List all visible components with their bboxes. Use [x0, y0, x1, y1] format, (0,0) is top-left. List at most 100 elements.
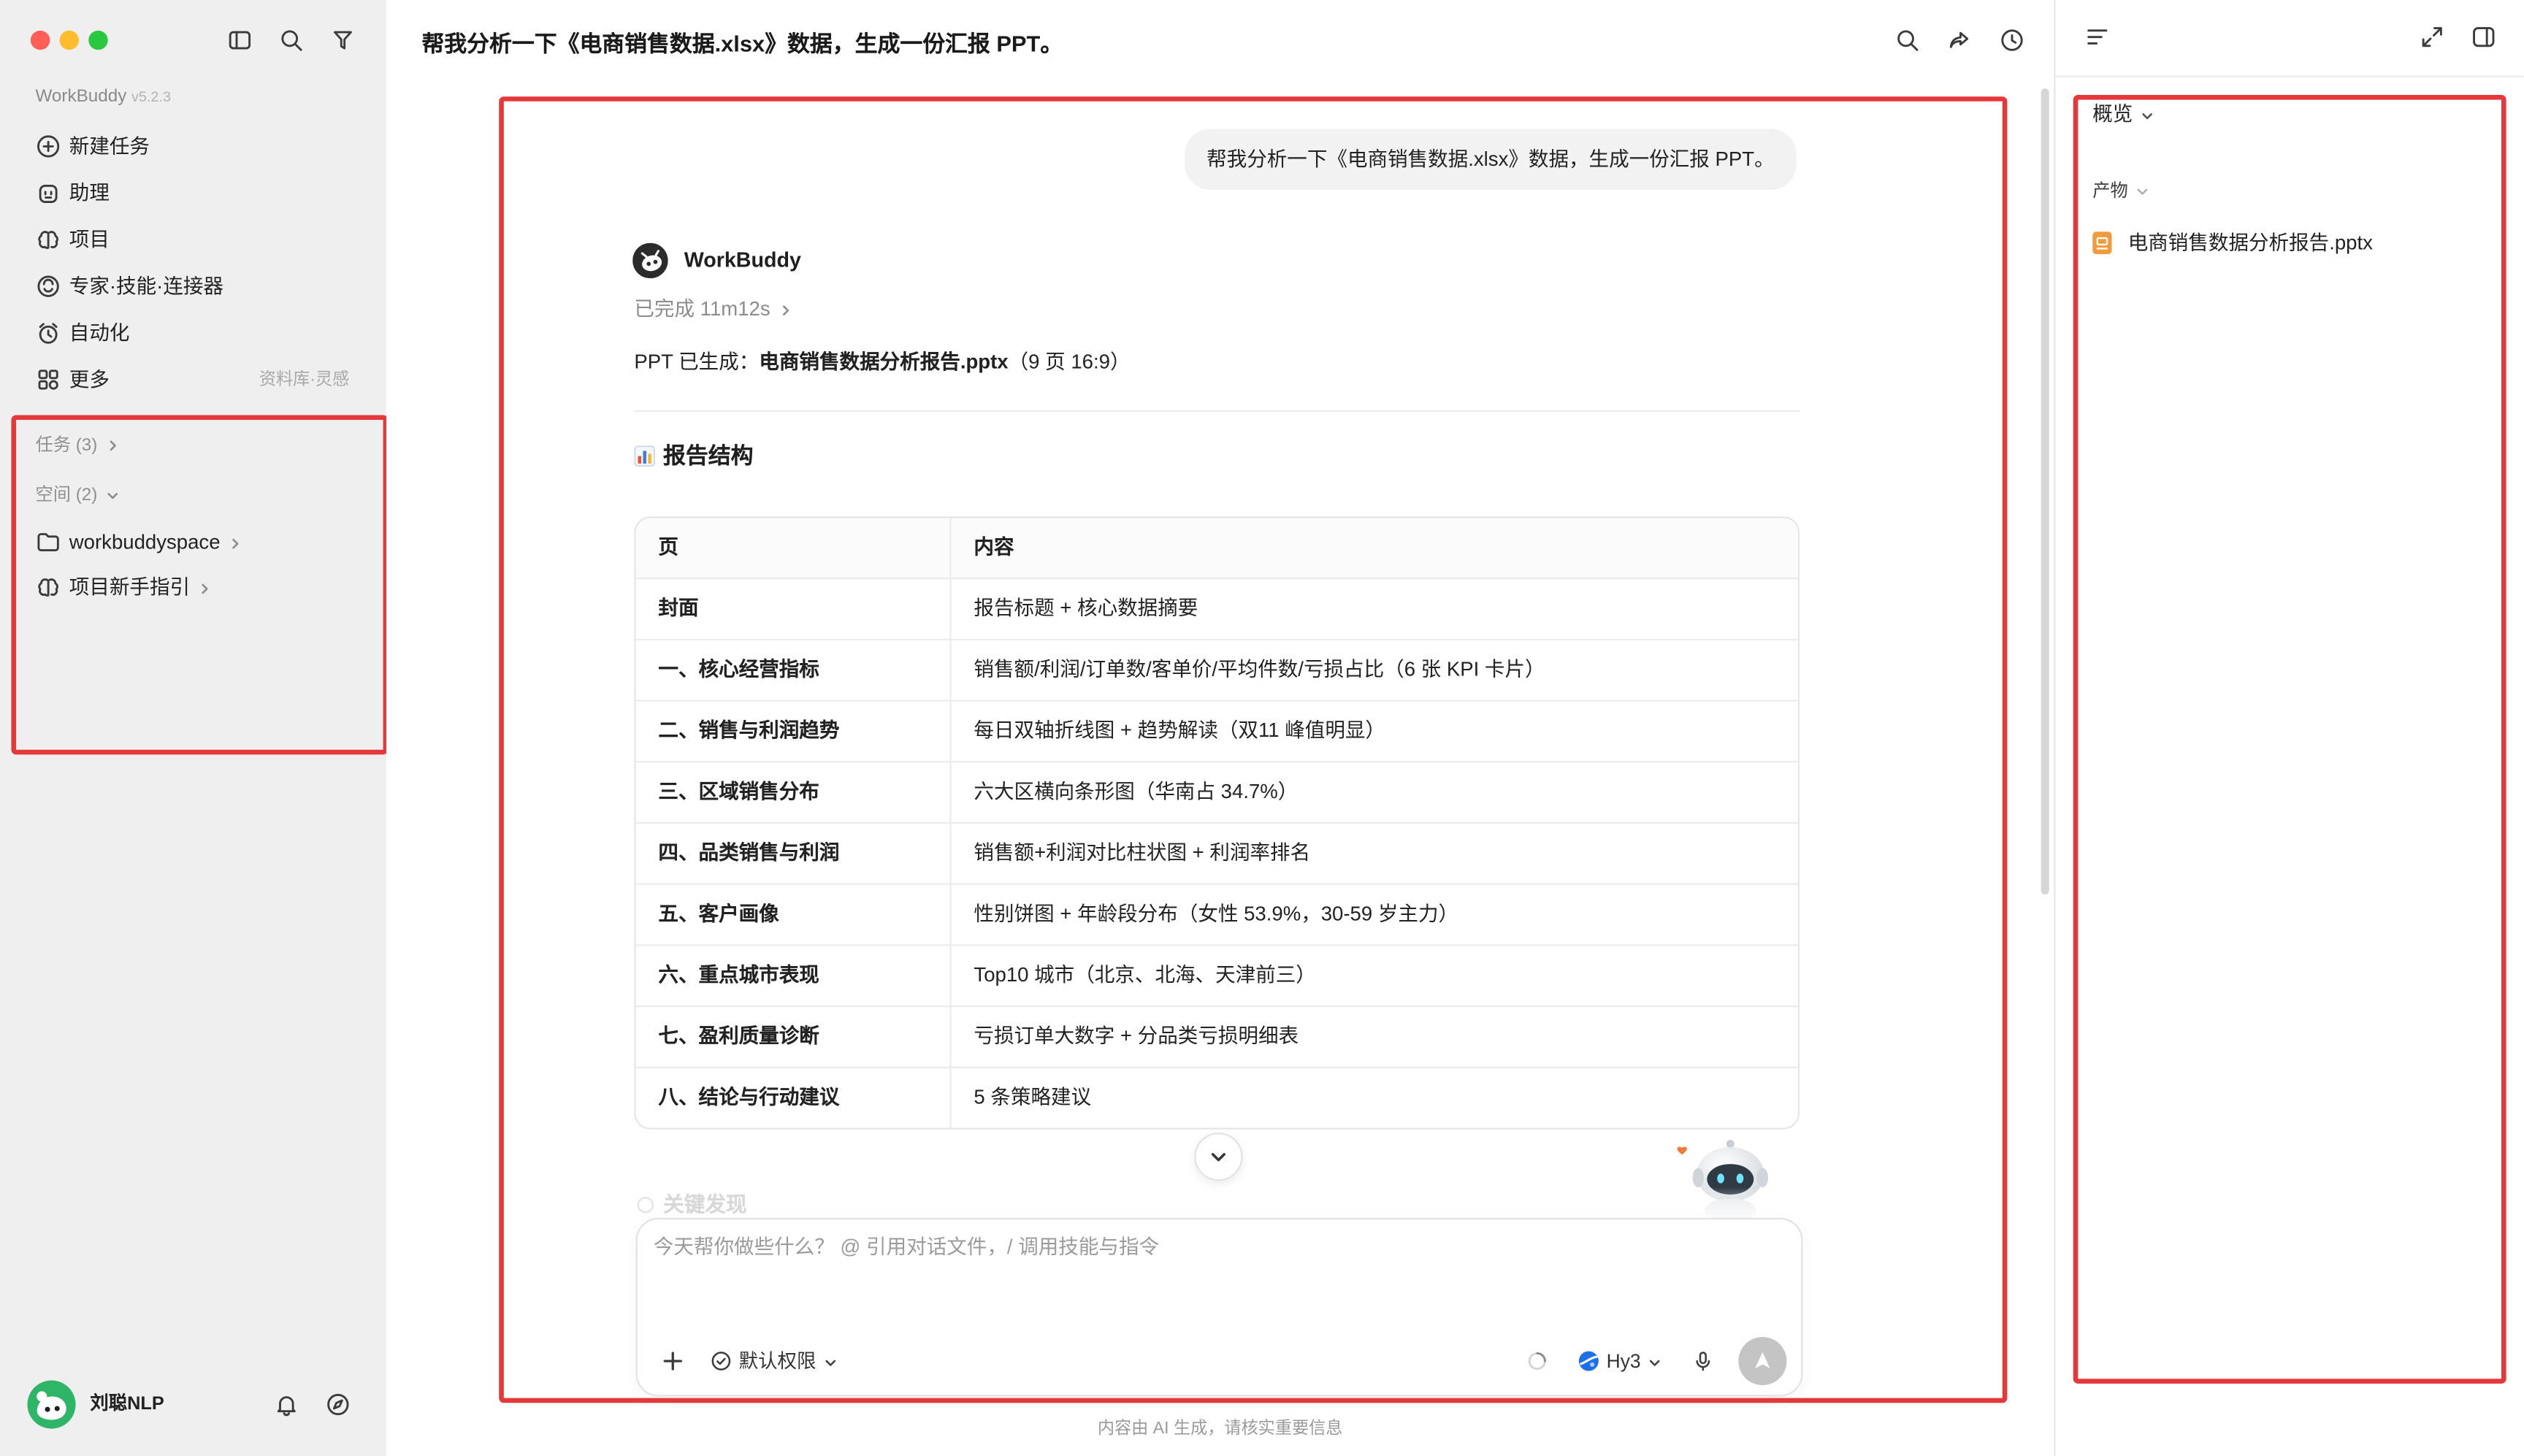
- faded-next-section: 关键发现: [634, 1192, 747, 1218]
- table-row: 一、核心经营指标 销售额/利润/订单数/客单价/平均件数/亏损占比（6 张 KPI…: [635, 638, 1798, 700]
- result-file-name[interactable]: 电商销售数据分析报告.pptx: [759, 350, 1008, 373]
- sidebar-item-automation[interactable]: 自动化: [23, 310, 364, 356]
- artifacts-section-toggle[interactable]: 产物: [2092, 180, 2149, 203]
- model-planet-icon[interactable]: [1578, 1350, 1600, 1373]
- project-icon: [35, 575, 61, 600]
- table-cell-page: 封面: [636, 579, 952, 639]
- space-item-label: workbuddyspace: [69, 531, 221, 553]
- chat-main: 帮我分析一下《电商销售数据.xlsx》数据，生成一份汇报 PPT。 帮我分析一下…: [386, 0, 2054, 1456]
- sidebar-item-label: 新建任务: [69, 135, 150, 158]
- section-bullet-icon: [637, 1197, 654, 1214]
- tasks-section-toggle[interactable]: 任务 (3): [35, 434, 118, 457]
- sidebar-item-label: 专家·技能·连接器: [69, 275, 223, 298]
- result-prefix: PPT 已生成：: [634, 350, 760, 374]
- sidebar-toggle-icon[interactable]: [227, 27, 253, 53]
- user-name[interactable]: 刘聪NLP: [90, 1393, 164, 1416]
- table-row: 五、客户画像 性别饼图 + 年龄段分布（女性 53.9%，30-59 岁主力）: [635, 883, 1798, 945]
- table-cell-page: 二、销售与利润趋势: [636, 701, 952, 762]
- model-label: Hy3: [1606, 1349, 1641, 1373]
- expert-icon: [35, 274, 61, 299]
- pptx-file-icon: [2092, 231, 2112, 255]
- table-header-page: 页: [636, 518, 952, 578]
- close-window-button[interactable]: [30, 30, 50, 50]
- composer: 默认权限 Hy3: [635, 1217, 1803, 1397]
- table-cell-content: 六大区横向条形图（华南占 34.7%）: [974, 780, 1299, 803]
- chevron-down-icon: [105, 489, 118, 502]
- chevron-down-icon: [2136, 185, 2149, 199]
- sidebar-item-assistant[interactable]: 助理: [23, 171, 364, 216]
- right-panel: 概览 产物 电商销售数据分析报告.pptx: [2054, 0, 2524, 1456]
- sidebar: WorkBuddy v5.2.3 新建任务 助理 项目 专家·技能·连接器 自动…: [0, 0, 386, 1456]
- table-cell-page: 三、区域销售分布: [636, 762, 952, 822]
- plus-icon[interactable]: [660, 1348, 686, 1373]
- composer-input[interactable]: [653, 1232, 1781, 1297]
- zoom-window-button[interactable]: [88, 30, 108, 50]
- minimize-window-button[interactable]: [59, 30, 79, 50]
- model-selector[interactable]: Hy3: [1606, 1349, 1662, 1373]
- spaces-section-toggle[interactable]: 空间 (2): [35, 484, 118, 507]
- table-cell-page: 八、结论与行动建议: [636, 1068, 952, 1128]
- send-button[interactable]: [1738, 1336, 1787, 1386]
- space-item-label-wrap: workbuddyspace: [69, 520, 241, 565]
- table-row: 八、结论与行动建议 5 条策略建议: [635, 1066, 1798, 1128]
- overview-dropdown[interactable]: 概览: [2092, 101, 2154, 127]
- chevron-right-icon: [198, 582, 211, 595]
- bar-chart-icon: [634, 445, 655, 466]
- artifact-file-item[interactable]: 电商销售数据分析报告.pptx: [2081, 227, 2484, 259]
- sidebar-item-more[interactable]: 更多 资料库·灵感: [23, 357, 364, 402]
- table-cell-page: 五、客户画像: [636, 884, 952, 945]
- space-item-workbuddyspace[interactable]: workbuddyspace: [23, 520, 364, 565]
- chevron-down-icon: [824, 1356, 837, 1369]
- table-cell-content: 报告标题 + 核心数据摘要: [974, 597, 1198, 620]
- mic-icon[interactable]: [1691, 1350, 1714, 1373]
- page-title: 帮我分析一下《电商销售数据.xlsx》数据，生成一份汇报 PPT。: [421, 30, 1063, 57]
- list-icon[interactable]: [2084, 24, 2110, 50]
- assistant-name: WorkBuddy: [684, 248, 801, 272]
- sidebar-item-label: 自动化: [69, 321, 130, 345]
- task-status-toggle[interactable]: 已完成 11m12s: [634, 296, 791, 321]
- sidebar-item-experts-skills-connectors[interactable]: 专家·技能·连接器: [23, 264, 364, 309]
- share-icon[interactable]: [1946, 27, 1972, 53]
- table-body: 封面 报告标题 + 核心数据摘要一、核心经营指标 销售额/利润/订单数/客单价/平均…: [635, 577, 1798, 1128]
- panel-right-icon[interactable]: [2471, 24, 2496, 50]
- app-version: v5.2.3: [131, 88, 172, 105]
- result-suffix: （9 页 16:9）: [1008, 350, 1131, 374]
- app-name-label: WorkBuddy: [35, 86, 127, 107]
- sidebar-item-hint: 资料库·灵感: [259, 369, 350, 390]
- table-header-row: 页 内容: [635, 518, 1798, 578]
- search-icon[interactable]: [278, 27, 304, 53]
- table-row: 四、品类销售与利润 销售额+利润对比柱状图 + 利润率排名: [635, 821, 1798, 884]
- bell-icon[interactable]: [274, 1392, 299, 1417]
- expand-icon[interactable]: [2420, 24, 2445, 50]
- filter-icon[interactable]: [330, 27, 356, 53]
- chevron-down-icon: [1649, 1356, 1662, 1369]
- sidebar-item-label: 项目: [69, 228, 110, 251]
- panel-header-divider: [2055, 75, 2524, 77]
- compass-icon[interactable]: [325, 1392, 351, 1417]
- avatar[interactable]: [27, 1380, 76, 1429]
- history-icon[interactable]: [1999, 27, 2024, 53]
- task-status-label: 已完成 11m12s: [634, 297, 770, 321]
- search-icon[interactable]: [1894, 27, 1920, 53]
- sidebar-item-projects[interactable]: 项目: [23, 217, 364, 262]
- table-cell-page: 一、核心经营指标: [636, 640, 952, 700]
- permission-label: 默认权限: [738, 1349, 817, 1373]
- shield-check-icon[interactable]: [710, 1350, 733, 1373]
- folder-icon: [35, 529, 61, 555]
- sidebar-item-label: 更多: [69, 368, 110, 391]
- permission-dropdown[interactable]: 默认权限: [738, 1349, 837, 1373]
- table-cell-content: 5 条策略建议: [974, 1086, 1092, 1109]
- project-icon: [35, 227, 61, 253]
- scroll-to-bottom-button[interactable]: [1194, 1133, 1243, 1181]
- space-item-label: 项目新手指引: [69, 575, 191, 599]
- report-structure-table: 页 内容 封面 报告标题 + 核心数据摘要一、核心经营指标 销售额/利润/订单数/客…: [634, 516, 1800, 1130]
- table-row: 二、销售与利润趋势 每日双轴折线图 + 趋势解读（双11 峰值明显）: [635, 700, 1798, 762]
- sidebar-item-new-task[interactable]: 新建任务: [23, 124, 364, 169]
- chat-scrollbar[interactable]: [2041, 88, 2049, 895]
- table-cell-content: 亏损订单大数字 + 分品类亏损明细表: [974, 1024, 1299, 1048]
- grid-icon: [35, 367, 61, 392]
- tasks-section-label: 任务 (3): [35, 436, 98, 456]
- table-header-content: 内容: [974, 535, 1014, 559]
- space-item-project-guide[interactable]: 项目新手指引: [23, 564, 364, 610]
- ai-disclaimer: 内容由 AI 生成，请核实重要信息: [1097, 1419, 1343, 1438]
